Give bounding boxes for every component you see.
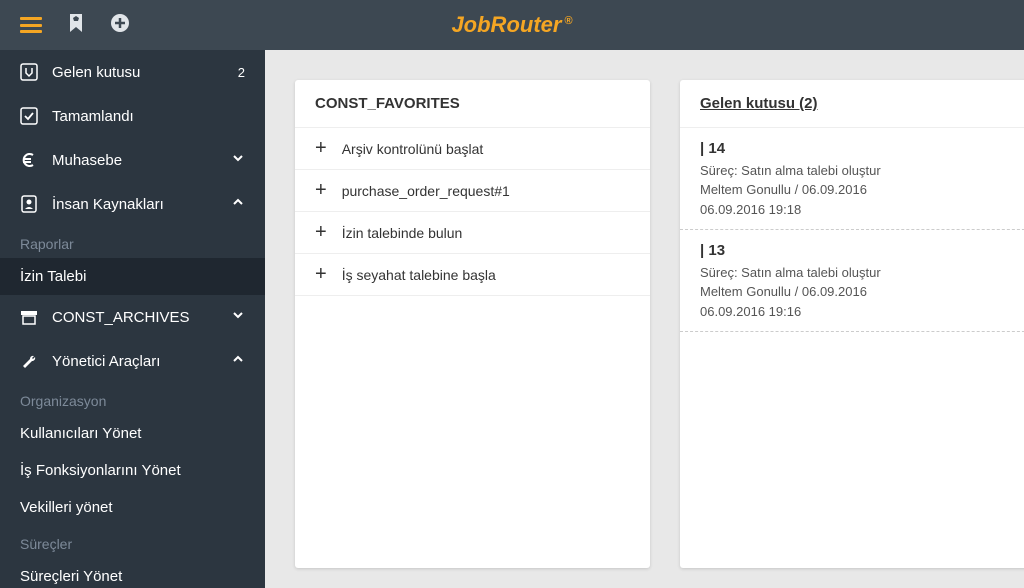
favorite-item[interactable]: + İş seyahat talebine başla <box>295 254 650 296</box>
inbox-item-meta: Meltem Gonullu / 06.09.2016 <box>700 282 1015 302</box>
sidebar-item-label: CONST_ARCHIVES <box>52 309 231 326</box>
content-area: CONST_FAVORITES + Arşiv kontrolünü başla… <box>265 50 1024 588</box>
bookmark-icon[interactable] <box>67 13 85 38</box>
person-icon <box>20 195 44 213</box>
favorite-item[interactable]: + Arşiv kontrolünü başlat <box>295 128 650 170</box>
chevron-up-icon <box>231 195 245 213</box>
wrench-icon <box>20 352 44 370</box>
plus-icon: + <box>315 137 327 160</box>
favorite-item[interactable]: + İzin talebinde bulun <box>295 212 650 254</box>
inbox-panel: Gelen kutusu (2) | 14 Süreç: Satın alma … <box>680 80 1024 568</box>
topbar: JobRouter® <box>0 0 1024 50</box>
chevron-up-icon <box>231 352 245 370</box>
sidebar-subitem-leave-request[interactable]: İzin Talebi <box>0 258 265 295</box>
sidebar-item-completed[interactable]: Tamamlandı <box>0 94 265 138</box>
favorite-item[interactable]: + purchase_order_request#1 <box>295 170 650 212</box>
plus-icon: + <box>315 263 327 286</box>
chevron-down-icon <box>231 151 245 169</box>
inbox-item-process: Süreç: Satın alma talebi oluştur <box>700 263 1015 283</box>
checkbox-icon <box>20 107 44 125</box>
chevron-down-icon <box>231 308 245 326</box>
archive-icon <box>20 308 44 326</box>
sidebar-subitem-manage-job-functions[interactable]: İş Fonksiyonlarını Yönet <box>0 452 265 489</box>
inbox-badge: 2 <box>238 65 245 80</box>
sidebar-item-label: İnsan Kaynakları <box>52 196 231 213</box>
inbox-item[interactable]: | 13 Süreç: Satın alma talebi oluştur Me… <box>680 230 1024 332</box>
favorite-label: İş seyahat talebine başla <box>342 267 496 283</box>
sidebar-item-accounting[interactable]: Muhasebe <box>0 138 265 182</box>
inbox-panel-title[interactable]: Gelen kutusu (2) <box>680 80 1024 128</box>
plus-circle-icon[interactable] <box>110 13 130 38</box>
sidebar-item-inbox[interactable]: Gelen kutusu 2 <box>0 50 265 94</box>
sidebar-item-label: Muhasebe <box>52 152 231 169</box>
inbox-item-number: | 14 <box>700 138 1015 161</box>
inbox-item-process: Süreç: Satın alma talebi oluştur <box>700 161 1015 181</box>
inbox-icon <box>20 63 44 81</box>
plus-icon: + <box>315 221 327 244</box>
favorite-label: İzin talebinde bulun <box>342 225 463 241</box>
hamburger-menu-icon[interactable] <box>20 17 42 33</box>
section-header-processes: Süreçler <box>0 526 265 558</box>
favorites-panel-title: CONST_FAVORITES <box>295 80 650 128</box>
sidebar-item-hr[interactable]: İnsan Kaynakları <box>0 182 265 226</box>
euro-icon <box>20 151 44 169</box>
favorites-panel: CONST_FAVORITES + Arşiv kontrolünü başla… <box>295 80 650 568</box>
inbox-item-number: | 13 <box>700 240 1015 263</box>
sidebar-subitem-manage-substitutes[interactable]: Vekilleri yönet <box>0 489 265 526</box>
inbox-item-time: 06.09.2016 19:16 <box>700 302 1015 322</box>
sidebar-subitem-manage-users[interactable]: Kullanıcıları Yönet <box>0 415 265 452</box>
sidebar-item-label: Yönetici Araçları <box>52 353 231 370</box>
sidebar-item-label: Tamamlandı <box>52 108 245 125</box>
inbox-item-time: 06.09.2016 19:18 <box>700 200 1015 220</box>
logo-text: JobRouter <box>451 12 561 37</box>
plus-icon: + <box>315 179 327 202</box>
section-header-reports: Raporlar <box>0 226 265 258</box>
sidebar: Gelen kutusu 2 Tamamlandı Muhasebe İnsan… <box>0 50 265 588</box>
favorites-list: + Arşiv kontrolünü başlat + purchase_ord… <box>295 128 650 296</box>
sidebar-subitem-manage-processes[interactable]: Süreçleri Yönet <box>0 558 265 588</box>
topbar-left <box>0 13 130 38</box>
section-header-org: Organizasyon <box>0 383 265 415</box>
sidebar-item-label: Gelen kutusu <box>52 64 238 81</box>
app-logo: JobRouter® <box>451 12 572 38</box>
inbox-item-meta: Meltem Gonullu / 06.09.2016 <box>700 180 1015 200</box>
inbox-item[interactable]: | 14 Süreç: Satın alma talebi oluştur Me… <box>680 128 1024 230</box>
favorite-label: purchase_order_request#1 <box>342 183 510 199</box>
sidebar-item-archives[interactable]: CONST_ARCHIVES <box>0 295 265 339</box>
logo-reg: ® <box>564 15 572 27</box>
favorite-label: Arşiv kontrolünü başlat <box>342 141 484 157</box>
sidebar-item-admin-tools[interactable]: Yönetici Araçları <box>0 339 265 383</box>
